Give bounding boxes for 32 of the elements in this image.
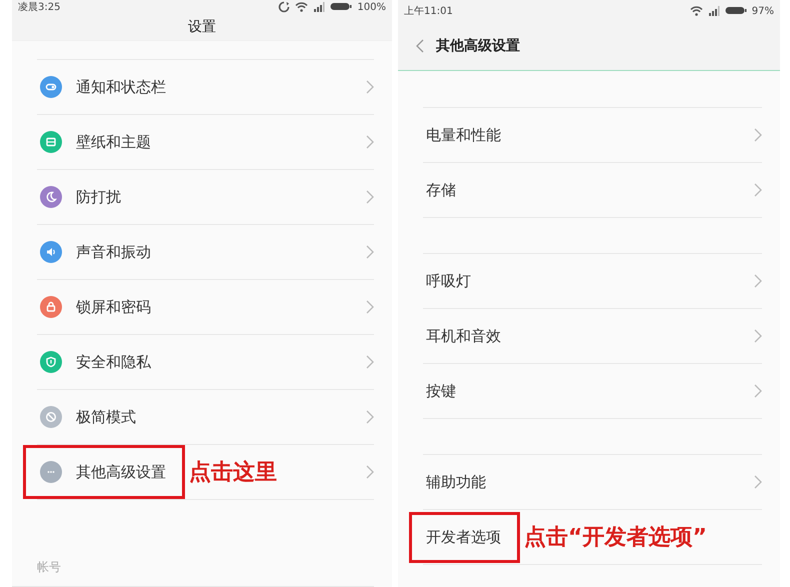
- section-header: 帐号: [37, 559, 61, 576]
- sync-icon: [278, 1, 290, 13]
- wifi-icon: [690, 5, 703, 17]
- settings-item[interactable]: 耳机和音效: [426, 326, 501, 346]
- wifi-icon: [295, 1, 308, 13]
- battery-level: 100%: [357, 2, 386, 12]
- signal-icon: [313, 1, 326, 13]
- settings-item[interactable]: 电量和性能: [426, 126, 501, 144]
- settings-item[interactable]: 按键: [426, 382, 456, 400]
- settings-item[interactable]: 通知和状态栏: [76, 78, 166, 96]
- annotation-text: 点击这里: [189, 459, 277, 487]
- settings-item[interactable]: 壁纸和主题: [76, 132, 151, 152]
- settings-item[interactable]: 安全和隐私: [76, 352, 151, 372]
- screen-title: 其他高级设置: [436, 37, 520, 55]
- status-time: 凌晨3:25: [18, 0, 60, 14]
- settings-item[interactable]: 存储: [426, 180, 456, 200]
- settings-item[interactable]: 防打扰: [76, 188, 121, 206]
- settings-item[interactable]: 极简模式: [76, 408, 136, 426]
- annotation-text: 点击“开发者选项”: [524, 524, 707, 552]
- screen-title: 设置: [188, 18, 216, 36]
- settings-item[interactable]: 声音和振动: [76, 242, 151, 262]
- status-time: 上午11:01: [404, 4, 453, 18]
- battery-level: 97%: [752, 6, 774, 16]
- settings-item[interactable]: 其他高级设置: [76, 462, 166, 482]
- settings-item[interactable]: 开发者选项: [426, 528, 501, 546]
- signal-icon: [708, 5, 720, 17]
- battery-icon: [724, 5, 747, 17]
- settings-item[interactable]: 辅助功能: [426, 472, 486, 492]
- settings-item[interactable]: 呼吸灯: [426, 272, 471, 290]
- settings-item[interactable]: 锁屏和密码: [76, 298, 151, 316]
- battery-icon: [330, 1, 352, 13]
- back-icon[interactable]: [416, 39, 424, 53]
